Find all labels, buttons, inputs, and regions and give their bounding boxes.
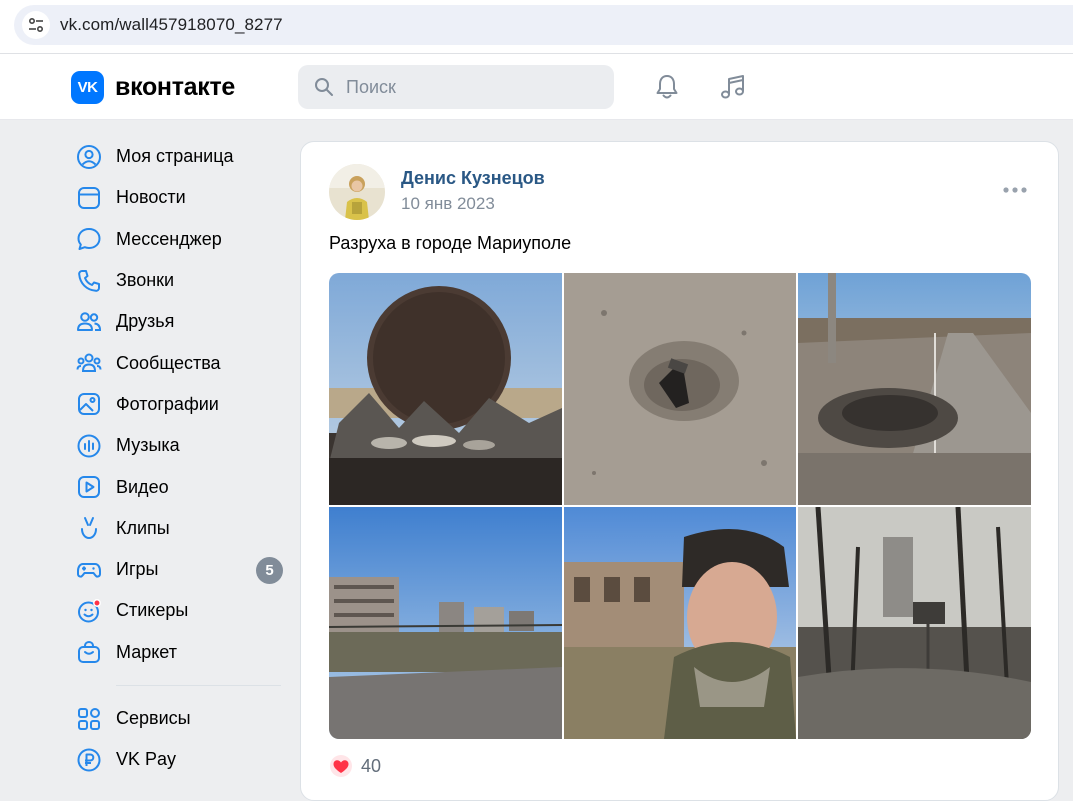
more-options-icon[interactable]	[1001, 180, 1029, 200]
sidebar-item-music[interactable]: Музыка	[72, 425, 287, 466]
sidebar-item-label: Фотографии	[116, 393, 219, 414]
bell-icon[interactable]	[652, 72, 682, 102]
sidebar-item-label: Моя страница	[116, 146, 234, 167]
sidebar-item-services[interactable]: Сервисы	[72, 698, 287, 739]
post-photo-1[interactable]	[329, 273, 562, 505]
post-author-link[interactable]: Денис Кузнецов	[401, 168, 545, 189]
sidebar-item-market[interactable]: Маркет	[72, 632, 287, 673]
friends-icon	[74, 307, 104, 337]
chat-bubble-icon	[74, 224, 104, 254]
sidebar-item-label: Игры	[116, 559, 159, 580]
video-icon	[74, 472, 104, 502]
services-grid-icon	[74, 704, 104, 734]
gamepad-icon	[74, 555, 104, 585]
sidebar-item-label: Звонки	[116, 270, 175, 291]
sidebar-item-label: VK Pay	[116, 749, 177, 770]
sidebar-item-label: Музыка	[116, 435, 180, 456]
sidebar-item-label: Клипы	[116, 517, 170, 538]
vk-logo-mark: VK	[71, 71, 104, 104]
url-text: vk.com/wall457918070_8277	[60, 15, 283, 34]
photo-icon	[74, 389, 104, 419]
search-box[interactable]	[298, 65, 614, 109]
sidebar-item-games[interactable]: Игры 5	[72, 549, 287, 590]
heart-icon	[330, 755, 352, 777]
sidebar-item-messenger[interactable]: Мессенджер	[72, 219, 287, 260]
sidebar-item-label: Сервисы	[116, 708, 191, 728]
clips-icon	[74, 513, 104, 543]
vk-logo-text: вконтакте	[115, 73, 236, 101]
search-icon	[315, 78, 333, 96]
browser-address-bar: vk.com/wall457918070_8277	[0, 0, 1073, 54]
post-photo-3[interactable]	[798, 273, 1031, 505]
sidebar-item-label: Видео	[116, 476, 169, 497]
sidebar-item-vk-pay[interactable]: VK Pay	[72, 739, 287, 780]
post-photo-4[interactable]	[329, 507, 562, 739]
sidebar-item-clips[interactable]: Клипы	[72, 508, 287, 549]
post-text: Разруха в городе Мариуполе	[329, 233, 572, 253]
user-circle-icon	[74, 142, 104, 172]
games-count-badge: 5	[256, 556, 283, 584]
post-photo-2[interactable]	[564, 273, 796, 505]
vk-logo[interactable]: VK вконтакте	[71, 71, 235, 104]
sidebar-item-photos[interactable]: Фотографии	[72, 384, 287, 425]
sidebar-item-label: Друзья	[116, 311, 175, 332]
communities-icon	[74, 348, 104, 378]
sidebar-item-stickers[interactable]: Стикеры	[72, 590, 287, 631]
news-icon	[74, 183, 104, 213]
music-icon[interactable]	[718, 72, 748, 102]
like-button[interactable]: 40	[329, 755, 381, 777]
wall-post: Денис Кузнецов 10 янв 2023 Разруха в гор…	[300, 141, 1059, 801]
vkpay-icon	[74, 745, 104, 775]
site-settings-icon[interactable]	[22, 11, 50, 39]
url-field[interactable]: vk.com/wall457918070_8277	[14, 5, 1073, 45]
sidebar-item-label: Маркет	[116, 641, 177, 662]
music-bars-icon	[74, 431, 104, 461]
market-bag-icon	[74, 637, 104, 667]
sidebar-item-friends[interactable]: Друзья	[72, 301, 287, 342]
left-sidebar: Моя страница Новости Мессенджер Звонки Д…	[72, 136, 287, 780]
sidebar-item-label: Новости	[116, 187, 186, 208]
sidebar-item-my-page[interactable]: Моя страница	[72, 136, 287, 177]
sidebar-item-communities[interactable]: Сообщества	[72, 342, 287, 383]
sidebar-item-video[interactable]: Видео	[72, 466, 287, 507]
sidebar-item-calls[interactable]: Звонки	[72, 260, 287, 301]
sidebar-item-label: Стикеры	[116, 600, 189, 621]
vk-header: VK вконтакте	[0, 54, 1073, 120]
sticker-icon	[74, 596, 104, 626]
sidebar-item-label: Сообщества	[116, 352, 221, 373]
search-input[interactable]	[346, 76, 586, 98]
sidebar-item-news[interactable]: Новости	[72, 177, 287, 218]
phone-icon	[74, 266, 104, 296]
avatar[interactable]	[329, 164, 385, 220]
post-date[interactable]: 10 янв 2023	[401, 194, 495, 214]
post-photo-5[interactable]	[564, 507, 796, 739]
sidebar-item-label: Мессенджер	[116, 228, 222, 249]
sidebar-divider	[116, 684, 281, 686]
like-count: 40	[361, 755, 382, 776]
post-photo-6[interactable]	[798, 507, 1031, 739]
